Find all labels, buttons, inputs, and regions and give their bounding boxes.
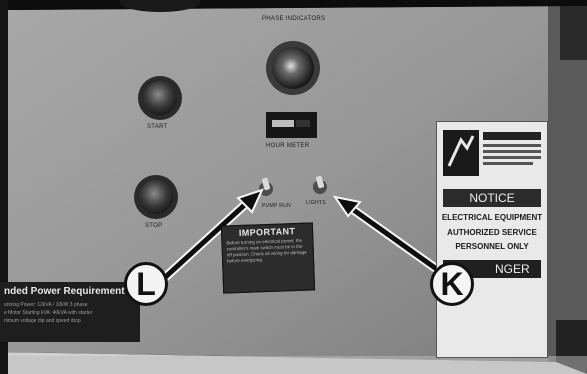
notice-line-2: AUTHORIZED SERVICE (447, 228, 537, 237)
power-plate-line-1: unning Power: 12kVA / 10kW 3 phase (4, 302, 88, 308)
hour-meter-label: HOUR METER (266, 143, 310, 149)
stop-button-graphic (139, 180, 173, 214)
notice-label: NOTICE ELECTRICAL EQUIPMENT AUTHORIZED S… (436, 121, 548, 358)
power-requirement-plate: nded Power Requirement unning Power: 12k… (0, 282, 140, 342)
stop-label: STOP (145, 223, 163, 229)
notice-line-3: PERSONNEL ONLY (455, 242, 529, 251)
power-plate-line-2: e Motor Starting kVA: 40kVA with starter (4, 310, 93, 316)
phase-indicator-lamp (272, 47, 314, 89)
power-plate-line-3: nimum voltage dip and speed drop (4, 318, 81, 324)
start-button-graphic (143, 81, 177, 115)
hazard-pictogram-icon (443, 130, 541, 176)
control-panel-photo: PHASE INDICATORS START STOP HOUR METER P… (0, 0, 587, 374)
start-label: START (147, 124, 168, 130)
notice-header: NOTICE (443, 189, 541, 207)
important-body: Before turning on electrical power, the … (226, 237, 307, 264)
power-plate-title: nded Power Requirement (4, 286, 125, 297)
phase-indicators-label: PHASE INDICATORS (262, 16, 326, 22)
important-sign: IMPORTANT Before turning on electrical p… (220, 222, 316, 294)
important-title: IMPORTANT (238, 226, 296, 238)
callout-l: L (124, 262, 168, 306)
pump-switch-label: PUMP RUN (262, 203, 291, 209)
notice-line-1: ELECTRICAL EQUIPMENT (441, 213, 543, 222)
lights-switch-label: LIGHTS (306, 200, 326, 206)
callout-k: K (430, 262, 474, 306)
